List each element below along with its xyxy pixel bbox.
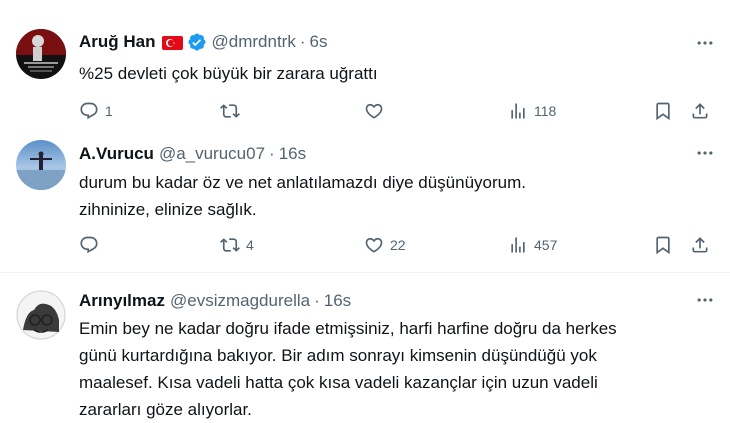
reply-icon xyxy=(79,101,99,121)
more-icon[interactable] xyxy=(694,32,716,54)
tweet-text: durum bu kadar öz ve net anlatılamazdı d… xyxy=(79,173,526,219)
reply-button[interactable]: 1 xyxy=(79,98,113,124)
share-button[interactable] xyxy=(690,98,710,124)
tweet-header: Aruğ Han @dmrdntrk · 6s xyxy=(79,30,327,54)
bookmark-button[interactable] xyxy=(653,98,673,124)
tweet-header: A.Vurucu @a_vurucu07 · 16s xyxy=(79,142,306,166)
views-icon xyxy=(508,235,528,255)
verified-icon xyxy=(187,32,207,52)
avatar-image xyxy=(16,29,66,79)
handle[interactable]: @evsizmagdurella xyxy=(170,291,310,311)
like-icon xyxy=(364,101,384,121)
avatar-image xyxy=(16,290,66,340)
display-name[interactable]: Arınyılmaz xyxy=(79,291,165,311)
like-count: 22 xyxy=(390,237,406,253)
retweet-button[interactable]: 4 xyxy=(220,232,254,258)
bookmark-icon xyxy=(653,235,673,255)
share-icon xyxy=(690,101,710,121)
like-button[interactable]: 22 xyxy=(364,232,406,258)
like-button[interactable] xyxy=(364,98,384,124)
more-icon[interactable] xyxy=(694,142,716,164)
tweet-header: Arınyılmaz @evsizmagdurella · 16s xyxy=(79,289,351,313)
views-count: 457 xyxy=(534,237,558,253)
separator-dot: · xyxy=(269,144,275,163)
bookmark-icon xyxy=(653,101,673,121)
display-name[interactable]: A.Vurucu xyxy=(79,144,154,164)
more-icon[interactable] xyxy=(694,289,716,311)
bookmark-button[interactable] xyxy=(653,232,673,258)
avatar[interactable] xyxy=(16,140,66,190)
retweet-icon xyxy=(220,101,240,121)
views-button[interactable]: 118 xyxy=(508,98,556,124)
reply-button[interactable] xyxy=(79,232,99,258)
tweet-text: Emin bey ne kadar doğru ifade etmişsiniz… xyxy=(79,319,617,419)
views-count: 118 xyxy=(534,103,557,119)
share-button[interactable] xyxy=(690,232,710,258)
flag-icon xyxy=(161,35,183,50)
avatar[interactable] xyxy=(16,290,66,340)
views-button[interactable]: 457 xyxy=(508,232,557,258)
timestamp[interactable]: 16s xyxy=(279,144,306,164)
avatar[interactable] xyxy=(16,29,66,79)
retweet-icon xyxy=(220,235,240,255)
handle[interactable]: @dmrdntrk xyxy=(212,32,296,52)
tweet[interactable]: Arınyılmaz @evsizmagdurella · 16s Emin b… xyxy=(0,273,730,420)
separator-dot: · xyxy=(314,291,320,310)
tweet[interactable]: Aruğ Han @dmrdntrk · 6s %25 devleti çok … xyxy=(0,0,730,126)
timestamp[interactable]: 16s xyxy=(324,291,351,311)
avatar-image xyxy=(16,140,66,190)
views-icon xyxy=(508,101,528,121)
reply-count: 1 xyxy=(105,103,113,119)
display-name[interactable]: Aruğ Han xyxy=(79,32,156,52)
retweet-button[interactable] xyxy=(220,98,240,124)
tweet[interactable]: A.Vurucu @a_vurucu07 · 16s durum bu kada… xyxy=(0,126,730,272)
like-icon xyxy=(364,235,384,255)
action-bar: 1 118 xyxy=(79,98,719,124)
timestamp[interactable]: 6s xyxy=(310,32,328,52)
reply-feed: Aruğ Han @dmrdntrk · 6s %25 devleti çok … xyxy=(0,0,730,420)
share-icon xyxy=(690,235,710,255)
tweet-text: %25 devleti çok büyük bir zarara uğrattı xyxy=(79,64,378,83)
reply-icon xyxy=(79,235,99,255)
handle[interactable]: @a_vurucu07 xyxy=(159,144,265,164)
action-bar: 4 22 457 xyxy=(79,232,719,258)
separator-dot: · xyxy=(299,32,306,51)
retweet-count: 4 xyxy=(246,237,254,253)
